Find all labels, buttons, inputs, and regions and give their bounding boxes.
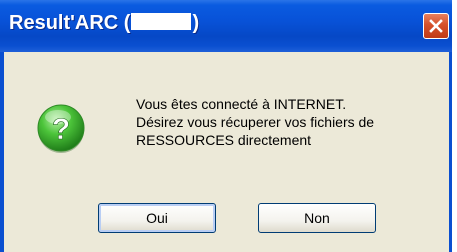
yes-button[interactable]: Oui xyxy=(98,203,216,233)
title-bar[interactable]: Result'ARC () xyxy=(0,0,452,52)
title-prefix: Result'ARC ( xyxy=(9,12,131,34)
question-icon: ? xyxy=(37,104,85,153)
no-button[interactable]: Non xyxy=(258,203,376,233)
dialog-window: Result'ARC () ? Vous êtes connecté à INT… xyxy=(0,0,452,252)
message-line-3: RESSOURCES directement xyxy=(136,132,312,148)
message-line-2: Désirez vous récuperer vos fichiers de xyxy=(136,114,375,130)
dialog-message: Vous êtes connecté à INTERNET. Désirez v… xyxy=(136,95,446,149)
close-button[interactable] xyxy=(423,13,449,39)
message-line-1: Vous êtes connecté à INTERNET. xyxy=(136,96,347,112)
svg-text:?: ? xyxy=(52,113,70,146)
redacted-title-segment xyxy=(131,13,192,30)
close-icon xyxy=(429,19,443,33)
title-suffix: ) xyxy=(192,12,200,34)
window-border-right xyxy=(449,52,452,252)
dialog-title: Result'ARC () xyxy=(9,12,199,35)
